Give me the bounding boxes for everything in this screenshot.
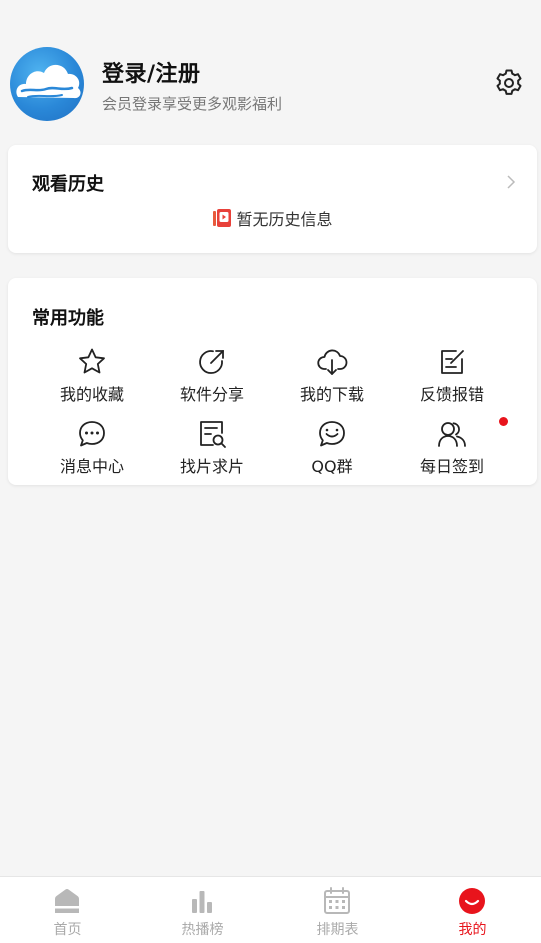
book-icon	[212, 208, 232, 232]
tab-schedule[interactable]: 排期表	[270, 877, 405, 943]
chat-icon	[319, 421, 345, 447]
history-empty-text: 暂无历史信息	[236, 210, 333, 229]
notification-dot	[499, 417, 508, 426]
tab-mine[interactable]: 我的	[405, 877, 540, 943]
smile-icon	[459, 888, 485, 914]
downloads-button[interactable]: 我的下载	[272, 346, 392, 412]
users-icon	[438, 422, 466, 447]
tab-schedule-label: 排期表	[316, 922, 359, 938]
tab-hot-list-label: 热播榜	[181, 922, 224, 938]
message-center-label: 消息中心	[59, 457, 124, 476]
common-functions-card: 常用功能 我的收藏 软件分享 我的下载 反馈报错 消息中心 找片求片 QQ群 每…	[8, 278, 537, 485]
share-app-button[interactable]: 软件分享	[152, 346, 272, 412]
watch-history-title: 观看历史	[32, 174, 104, 195]
daily-checkin-button[interactable]: 每日签到	[392, 418, 512, 484]
feedback-button[interactable]: 反馈报错	[392, 346, 512, 412]
tab-home-label: 首页	[53, 922, 82, 938]
star-icon	[79, 348, 105, 374]
profile-header: 登录/注册 会员登录享受更多观影福利	[0, 0, 541, 135]
tab-hot-list[interactable]: 热播榜	[135, 877, 270, 943]
history-empty-message: 暂无历史信息	[8, 206, 537, 232]
message-center-button[interactable]: 消息中心	[32, 418, 152, 484]
favorites-button[interactable]: 我的收藏	[32, 346, 152, 412]
downloads-label: 我的下载	[299, 385, 364, 404]
message-icon	[79, 421, 105, 447]
share-icon	[199, 350, 224, 374]
bottom-tab-bar: 首页 热播榜 排期表 我的	[0, 876, 541, 943]
bar-chart-icon	[192, 891, 212, 913]
calendar-icon	[324, 887, 350, 914]
feedback-label: 反馈报错	[419, 385, 484, 404]
home-icon	[55, 889, 79, 913]
qq-group-label: QQ群	[311, 457, 353, 476]
tab-mine-label: 我的	[458, 922, 487, 938]
daily-checkin-label: 每日签到	[419, 457, 484, 476]
edit-icon	[441, 350, 464, 374]
common-functions-title: 常用功能	[32, 308, 104, 329]
watch-history-card: 观看历史 暂无历史信息	[8, 145, 537, 253]
cloud-download-icon	[317, 349, 348, 375]
chevron-right-icon[interactable]	[505, 173, 517, 191]
search-doc-icon	[200, 421, 226, 448]
gear-icon[interactable]	[493, 67, 525, 99]
favorites-label: 我的收藏	[59, 385, 124, 404]
cloud-logo-icon[interactable]	[10, 47, 84, 121]
login-subtitle: 会员登录享受更多观影福利	[102, 95, 283, 113]
qq-group-button[interactable]: QQ群	[272, 418, 392, 484]
tab-home[interactable]: 首页	[0, 877, 135, 943]
request-movie-button[interactable]: 找片求片	[152, 418, 272, 484]
share-app-label: 软件分享	[179, 385, 244, 404]
request-movie-label: 找片求片	[179, 457, 244, 476]
login-register-link[interactable]: 登录/注册	[102, 56, 201, 88]
